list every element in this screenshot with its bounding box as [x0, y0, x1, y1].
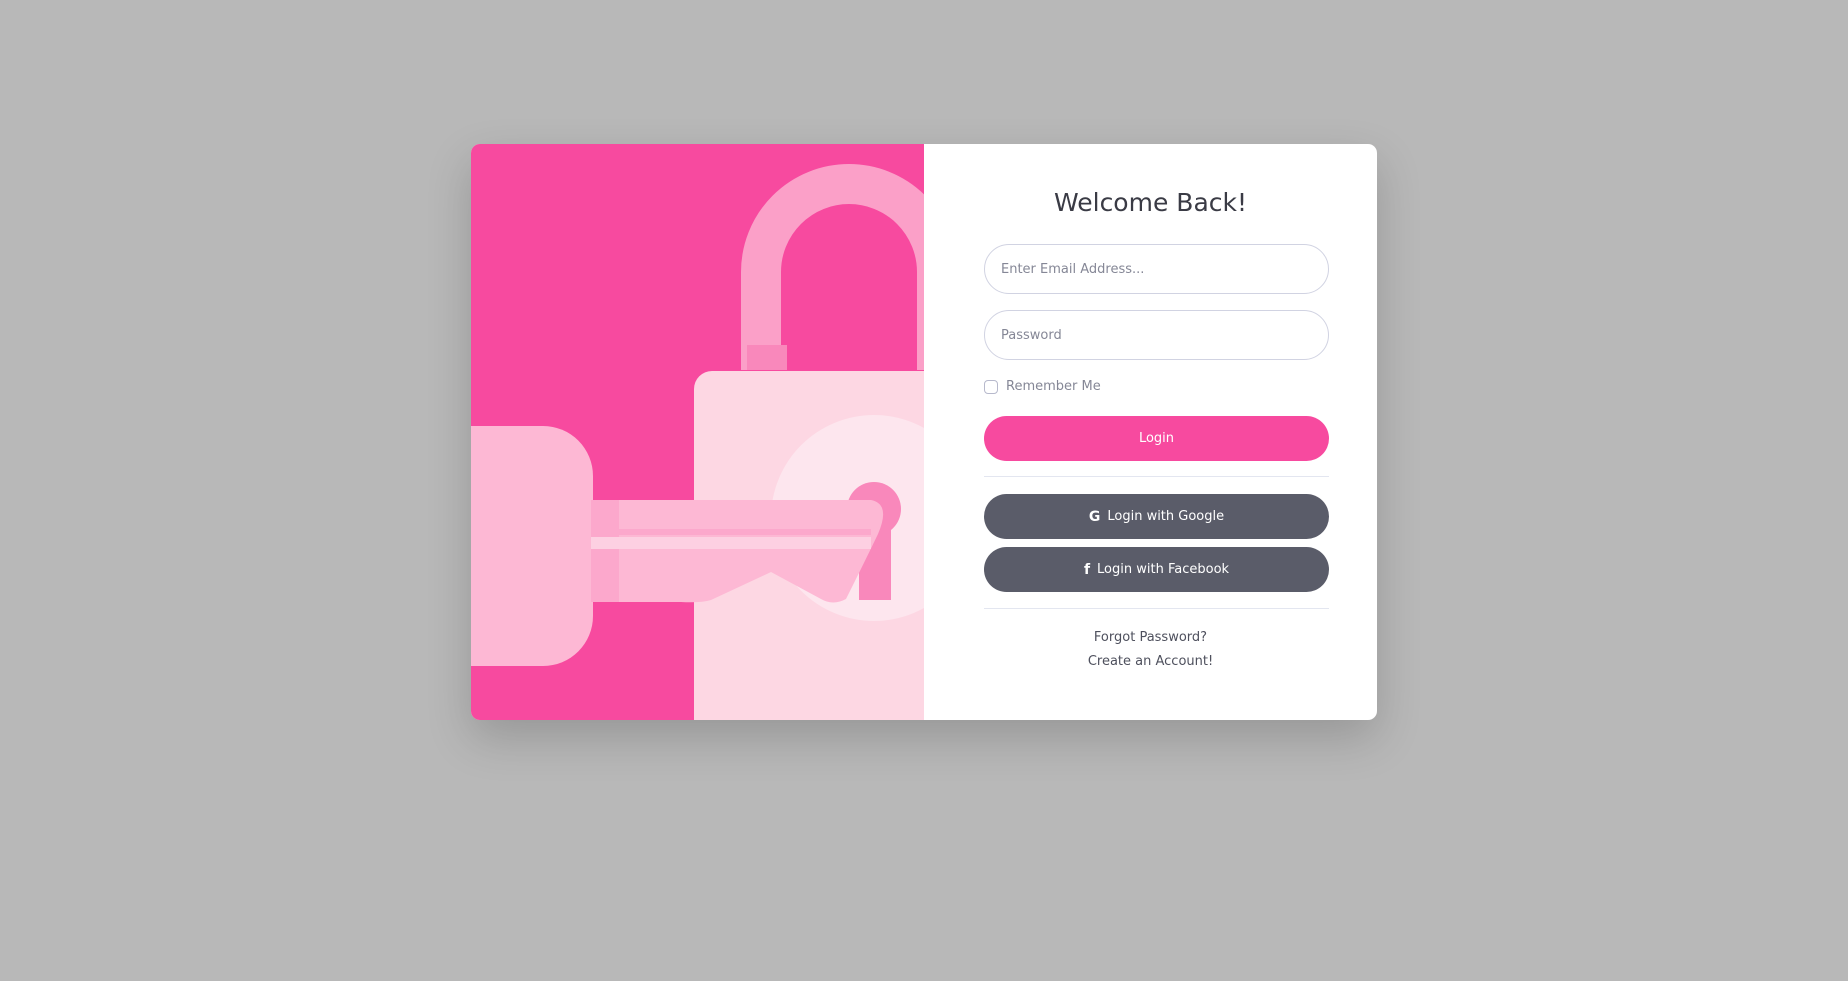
create-account-link[interactable]: Create an Account! — [924, 654, 1377, 669]
divider — [984, 476, 1329, 477]
remember-me-label: Remember Me — [1006, 379, 1101, 394]
login-card: Welcome Back! Remember Me Login G Login … — [471, 144, 1377, 720]
login-with-google-button[interactable]: G Login with Google — [984, 494, 1329, 539]
facebook-button-label: Login with Facebook — [1097, 562, 1230, 577]
email-field[interactable] — [984, 244, 1329, 294]
google-button-label: Login with Google — [1107, 509, 1225, 524]
login-form-panel: Welcome Back! Remember Me Login G Login … — [924, 144, 1377, 720]
remember-me-checkbox[interactable] — [984, 379, 998, 394]
login-with-facebook-button[interactable]: f Login with Facebook — [984, 547, 1329, 592]
login-button[interactable]: Login — [984, 416, 1329, 461]
divider — [984, 608, 1329, 609]
remember-me-option[interactable]: Remember Me — [984, 379, 1101, 394]
google-icon: G — [1088, 508, 1101, 525]
page-title: Welcome Back! — [1053, 188, 1248, 217]
password-field[interactable] — [984, 310, 1329, 360]
login-button-label: Login — [1138, 431, 1175, 446]
facebook-icon: f — [1083, 561, 1091, 578]
lock-illustration — [471, 144, 924, 720]
forgot-password-link[interactable]: Forgot Password? — [924, 630, 1377, 645]
